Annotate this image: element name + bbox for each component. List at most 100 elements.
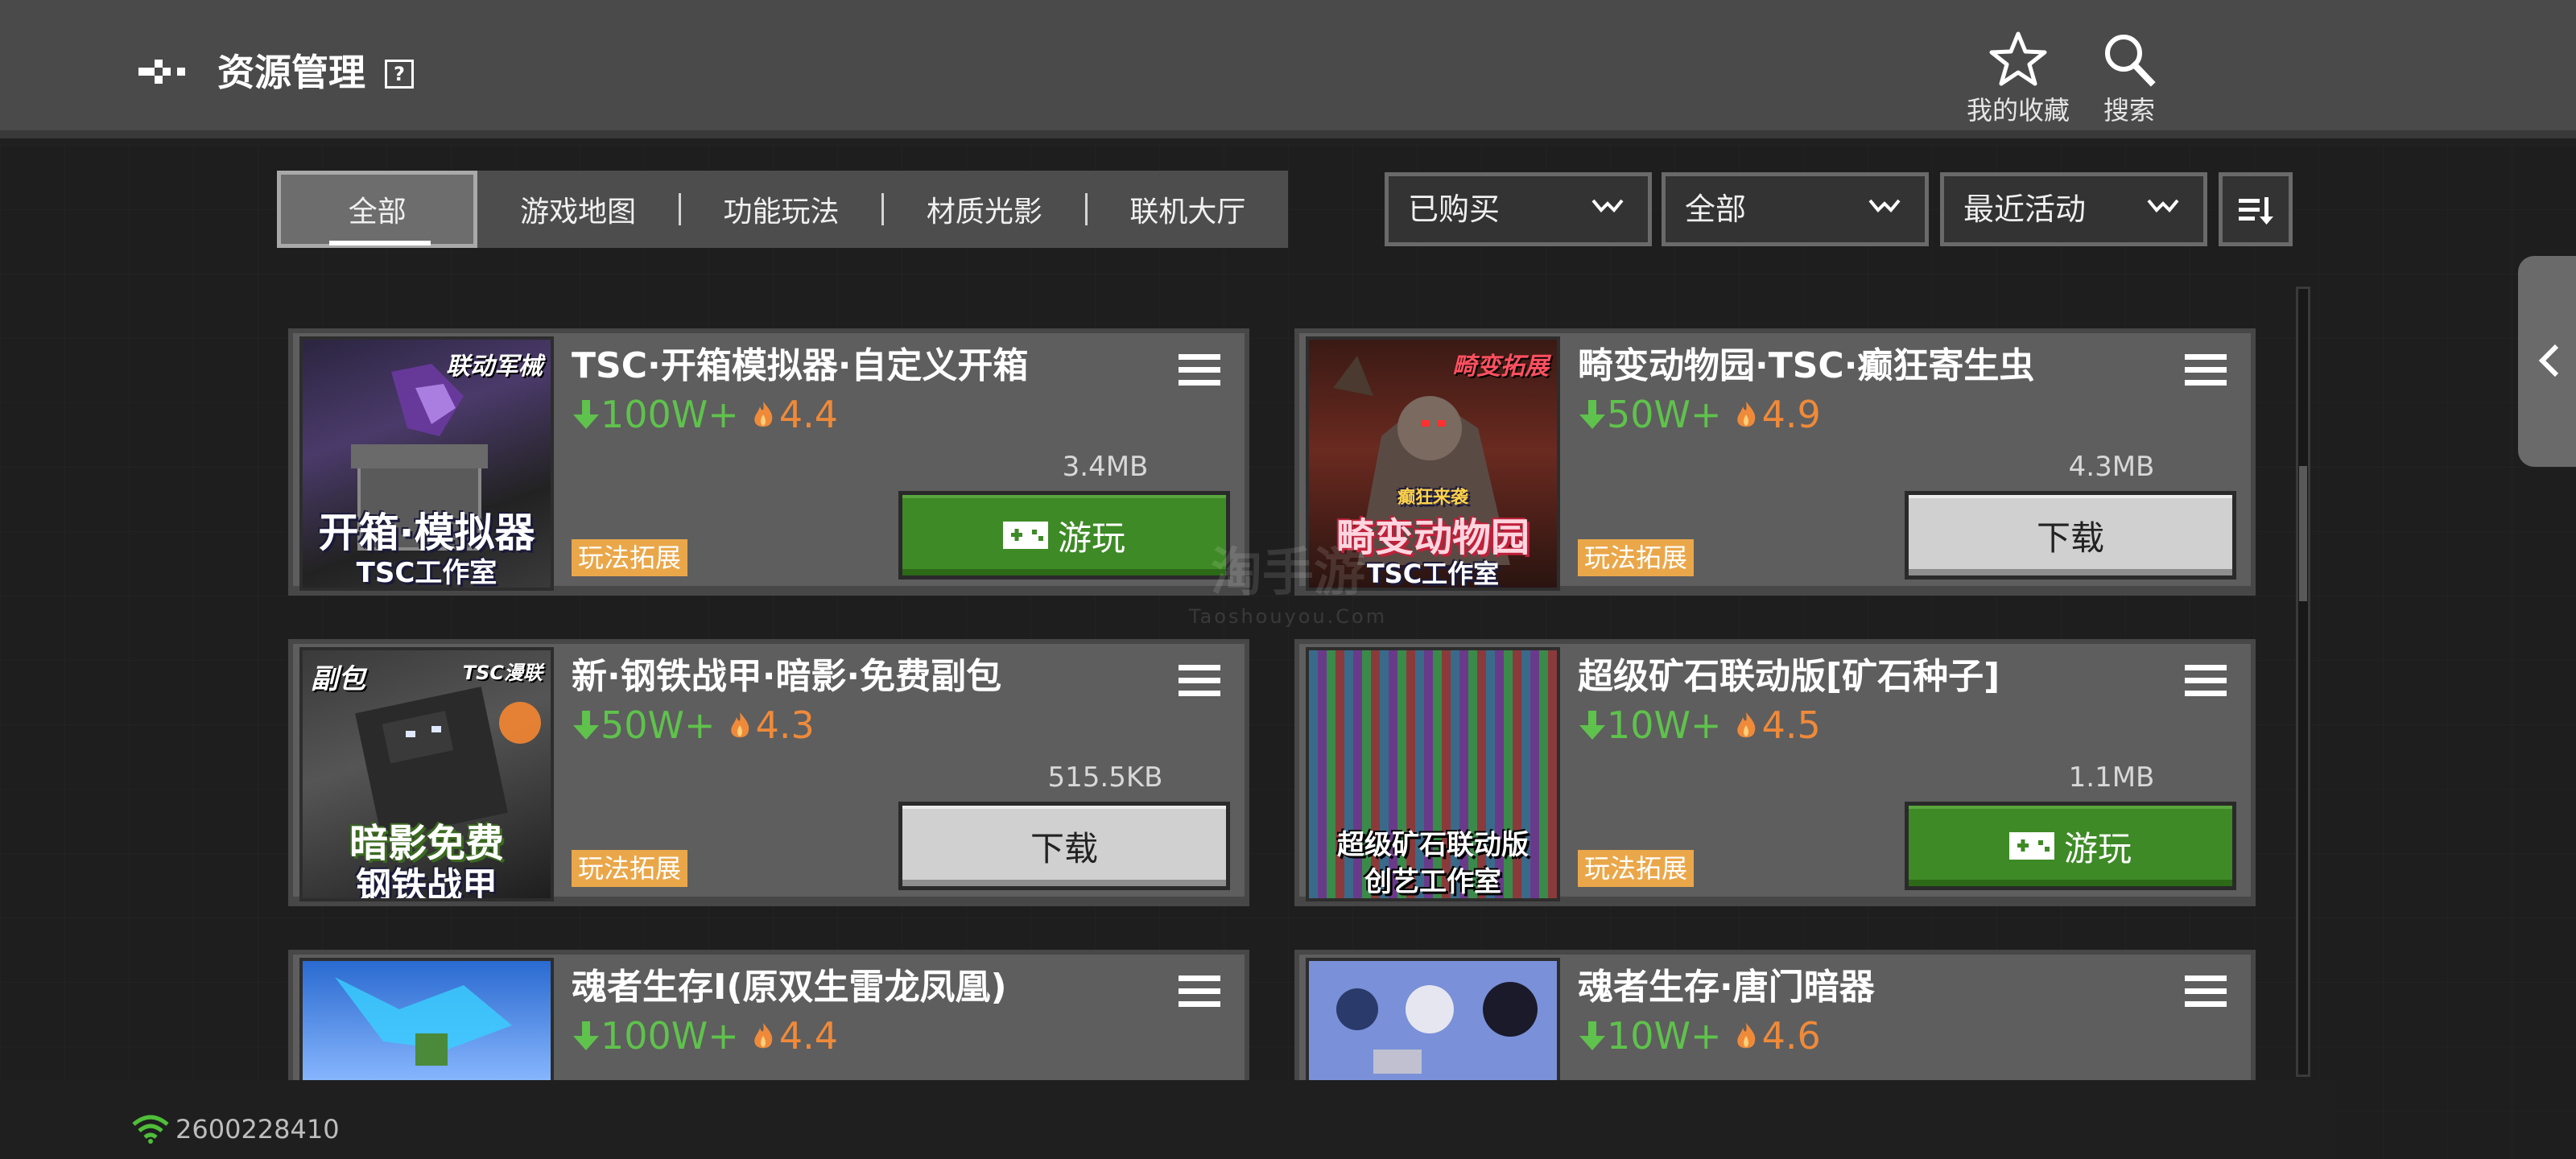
back-button[interactable] [138, 55, 195, 95]
download-button[interactable]: 下载 [1905, 491, 2236, 580]
download-arrow-icon [573, 400, 599, 429]
resource-title: 新·钢铁战甲·暗影·免费副包 [572, 656, 1002, 697]
flame-icon [730, 712, 749, 738]
category-dropdown[interactable]: 全部 [1662, 172, 1929, 246]
dropdown-value: 最近活动 [1963, 192, 2087, 227]
resource-title: 超级矿石联动版[矿石种子] [1578, 656, 2000, 697]
download-arrow-icon [1579, 1021, 1605, 1050]
thumbnail-tag: 联动军械 [446, 353, 543, 381]
download-count: 10W+ [1607, 1014, 1722, 1058]
resource-stats: 50W+ 4.9 [1578, 393, 1821, 436]
resource-thumbnail: 副包 TSC漫联 暗影免费 钢铁战甲 [299, 647, 554, 901]
player-id: 2600228410 [175, 1114, 340, 1145]
rating-value: 4.4 [778, 393, 838, 436]
search-button[interactable]: 搜索 [2069, 29, 2190, 127]
file-size: 3.4MB [1062, 451, 1149, 483]
rating-value: 4.6 [1761, 1014, 1821, 1058]
menu-icon[interactable] [1179, 974, 1220, 1009]
flame-icon [754, 1023, 773, 1049]
gamepad-icon [2008, 832, 2054, 860]
tab-textures[interactable]: 材质光影 [884, 171, 1084, 248]
watermark-sub: Taoshouyou.Com [1188, 605, 1388, 628]
resource-stats: 10W+ 4.6 [1578, 1014, 1821, 1058]
scrollbar[interactable] [2296, 287, 2310, 1077]
tab-label: 功能玩法 [723, 196, 840, 229]
download-button[interactable]: 下载 [898, 802, 1230, 890]
sort-dropdown[interactable]: 最近活动 [1940, 172, 2207, 246]
resource-card[interactable]: 畸变拓展 癫狂来袭 畸变动物园 TSC工作室 畸变动物园·TSC·癫狂寄生虫 5… [1294, 328, 2256, 596]
thumbnail-studio: 创艺工作室 [1364, 866, 1501, 898]
resource-title: 魂者生存I(原双生雷龙凤凰) [572, 967, 1007, 1008]
tab-all[interactable]: 全部 [277, 171, 478, 248]
resource-title: 畸变动物园·TSC·癫狂寄生虫 [1578, 345, 2035, 386]
file-size: 1.1MB [2068, 761, 2155, 794]
download-arrow-icon [1579, 400, 1605, 429]
flame-icon [1736, 1023, 1755, 1049]
file-size: 515.5KB [1047, 761, 1163, 794]
resource-stats: 100W+ 4.4 [572, 393, 838, 436]
favorites-button[interactable]: 我的收藏 [1958, 29, 2079, 127]
resource-card[interactable]: 超级矿石联动版 创艺工作室 超级矿石联动版[矿石种子] 10W+ 4.5 1.1M… [1294, 639, 2256, 906]
play-button[interactable]: 游玩 [898, 491, 1230, 580]
tab-label: 材质光影 [926, 196, 1042, 229]
sort-order-button[interactable] [2219, 172, 2293, 246]
button-label: 下载 [1030, 828, 1098, 868]
thumbnail-subtitle: 钢铁战甲 [356, 865, 497, 901]
watermark: 淘手游 Taoshouyou.Com [1183, 531, 1393, 628]
tab-label: 全部 [348, 196, 407, 229]
tab-maps[interactable]: 游戏地图 [477, 171, 678, 248]
tab-lobby[interactable]: 联机大厅 [1088, 171, 1288, 248]
list-viewport-bottom [0, 1080, 2334, 1159]
rating-value: 4.5 [1761, 703, 1821, 747]
download-count: 100W+ [601, 1014, 739, 1058]
thumbnail-tag: TSC漫联 [462, 662, 543, 684]
genre-tag: 玩法拓展 [572, 850, 688, 887]
scrollbar-thumb[interactable] [2299, 466, 2307, 601]
gamepad-icon [1002, 522, 1048, 549]
download-count: 10W+ [1607, 703, 1722, 747]
menu-icon[interactable] [1179, 663, 1220, 699]
tab-gameplay[interactable]: 功能玩法 [681, 171, 881, 248]
search-icon [2105, 35, 2156, 87]
flame-icon [1736, 712, 1755, 738]
button-label: 游玩 [2063, 828, 2132, 868]
thumbnail-tag-left: 副包 [311, 663, 365, 695]
chevron-left-icon [2538, 344, 2559, 377]
page-title: 资源管理 [217, 51, 365, 94]
sort-icon [2239, 197, 2273, 225]
resource-card[interactable]: 联动军械 开箱·模拟器 TSC工作室 TSC·开箱模拟器·自定义开箱 100W+… [288, 328, 1249, 596]
download-arrow-icon [573, 711, 599, 740]
resource-stats: 10W+ 4.5 [1578, 703, 1821, 747]
download-count: 50W+ [601, 703, 716, 747]
help-icon[interactable]: ? [385, 60, 414, 89]
download-arrow-icon [573, 1021, 599, 1050]
menu-icon[interactable] [1179, 353, 1220, 388]
favorites-label: 我的收藏 [1966, 95, 2070, 126]
menu-icon[interactable] [2185, 974, 2227, 1009]
dropdown-value: 已购买 [1408, 192, 1501, 227]
rating-value: 4.4 [778, 1014, 838, 1058]
button-label: 下载 [2036, 518, 2104, 558]
star-icon [1989, 31, 2047, 86]
rating-value: 4.9 [1761, 393, 1821, 436]
genre-tag: 玩法拓展 [1578, 539, 1695, 576]
chevron-down-icon [2147, 199, 2179, 212]
side-drawer-toggle[interactable] [2518, 256, 2576, 467]
play-button[interactable]: 游玩 [1905, 802, 2236, 890]
tab-label: 联机大厅 [1129, 196, 1246, 229]
download-arrow-icon [1579, 711, 1605, 740]
genre-tag: 玩法拓展 [1578, 850, 1695, 887]
menu-icon[interactable] [2185, 663, 2227, 699]
flame-icon [754, 402, 773, 427]
resource-title: TSC·开箱模拟器·自定义开箱 [572, 345, 1029, 386]
tab-label: 游戏地图 [520, 196, 637, 229]
wifi-icon [132, 1115, 169, 1144]
menu-icon[interactable] [2185, 353, 2227, 388]
resource-thumbnail: 超级矿石联动版 创艺工作室 [1306, 647, 1560, 901]
chevron-down-icon [1591, 199, 1624, 212]
resource-card[interactable]: 副包 TSC漫联 暗影免费 钢铁战甲 新·钢铁战甲·暗影·免费副包 50W+ 4.… [288, 639, 1249, 906]
thumbnail-tag: 畸变拓展 [1452, 353, 1549, 381]
back-arrow-icon [138, 60, 185, 84]
download-count: 100W+ [601, 393, 739, 436]
ownership-dropdown[interactable]: 已购买 [1385, 172, 1652, 246]
